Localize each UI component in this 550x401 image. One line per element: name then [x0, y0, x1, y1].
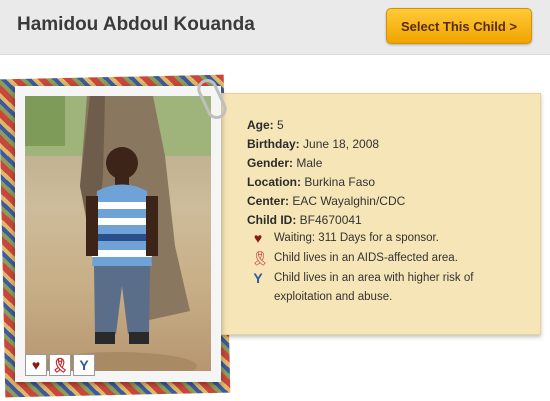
age-label: Age: [247, 118, 274, 132]
exploitation-text: Child lives in an area with higher risk … [274, 272, 474, 303]
child-details: Age: 5 Birthday: June 18, 2008 Gender: M… [247, 116, 405, 230]
child-photo-frame: ♥ 🎗︎ Y [15, 86, 221, 382]
center-row: Center: EAC Wayalghin/CDC [247, 192, 405, 211]
gender-value: Male [296, 156, 323, 170]
age-row: Age: 5 [247, 116, 405, 135]
gender-row: Gender: Male [247, 154, 405, 173]
age-value: 5 [277, 118, 284, 132]
center-label: Center: [247, 194, 290, 208]
child-id-label: Child ID: [247, 213, 297, 227]
location-value: Burkina Faso [304, 175, 376, 189]
location-row: Location: Burkina Faso [247, 173, 405, 192]
center-value: EAC Wayalghin/CDC [292, 194, 406, 208]
waiting-text: Waiting: 311 Days for a sponsor. [274, 232, 439, 244]
heart-icon: ♥ [25, 354, 47, 376]
aids-text: Child lives in an AIDS-affected area. [274, 252, 458, 264]
aids-ribbon-icon: 🎗︎ [251, 250, 269, 266]
child-id-value: BF4670041 [299, 213, 362, 227]
photo-badges: ♥ 🎗︎ Y [25, 354, 95, 376]
y-icon: Y [73, 354, 95, 376]
birthday-row: Birthday: June 18, 2008 [247, 135, 405, 154]
child-photo [25, 96, 211, 371]
heart-icon: ♥ [253, 230, 263, 246]
y-icon: Y [253, 270, 263, 286]
aids-ribbon-icon: 🎗︎ [49, 354, 71, 376]
child-photo-illustration [25, 96, 211, 371]
birthday-value: June 18, 2008 [303, 137, 380, 151]
location-label: Location: [247, 175, 301, 189]
select-child-button[interactable]: Select This Child > [386, 8, 532, 44]
child-name: Hamidou Abdoul Kouanda [17, 14, 255, 35]
gender-label: Gender: [247, 156, 294, 170]
birthday-label: Birthday: [247, 137, 300, 151]
header-bar: Hamidou Abdoul Kouanda Select This Child… [0, 0, 550, 55]
child-id-row: Child ID: BF4670041 [247, 211, 405, 230]
